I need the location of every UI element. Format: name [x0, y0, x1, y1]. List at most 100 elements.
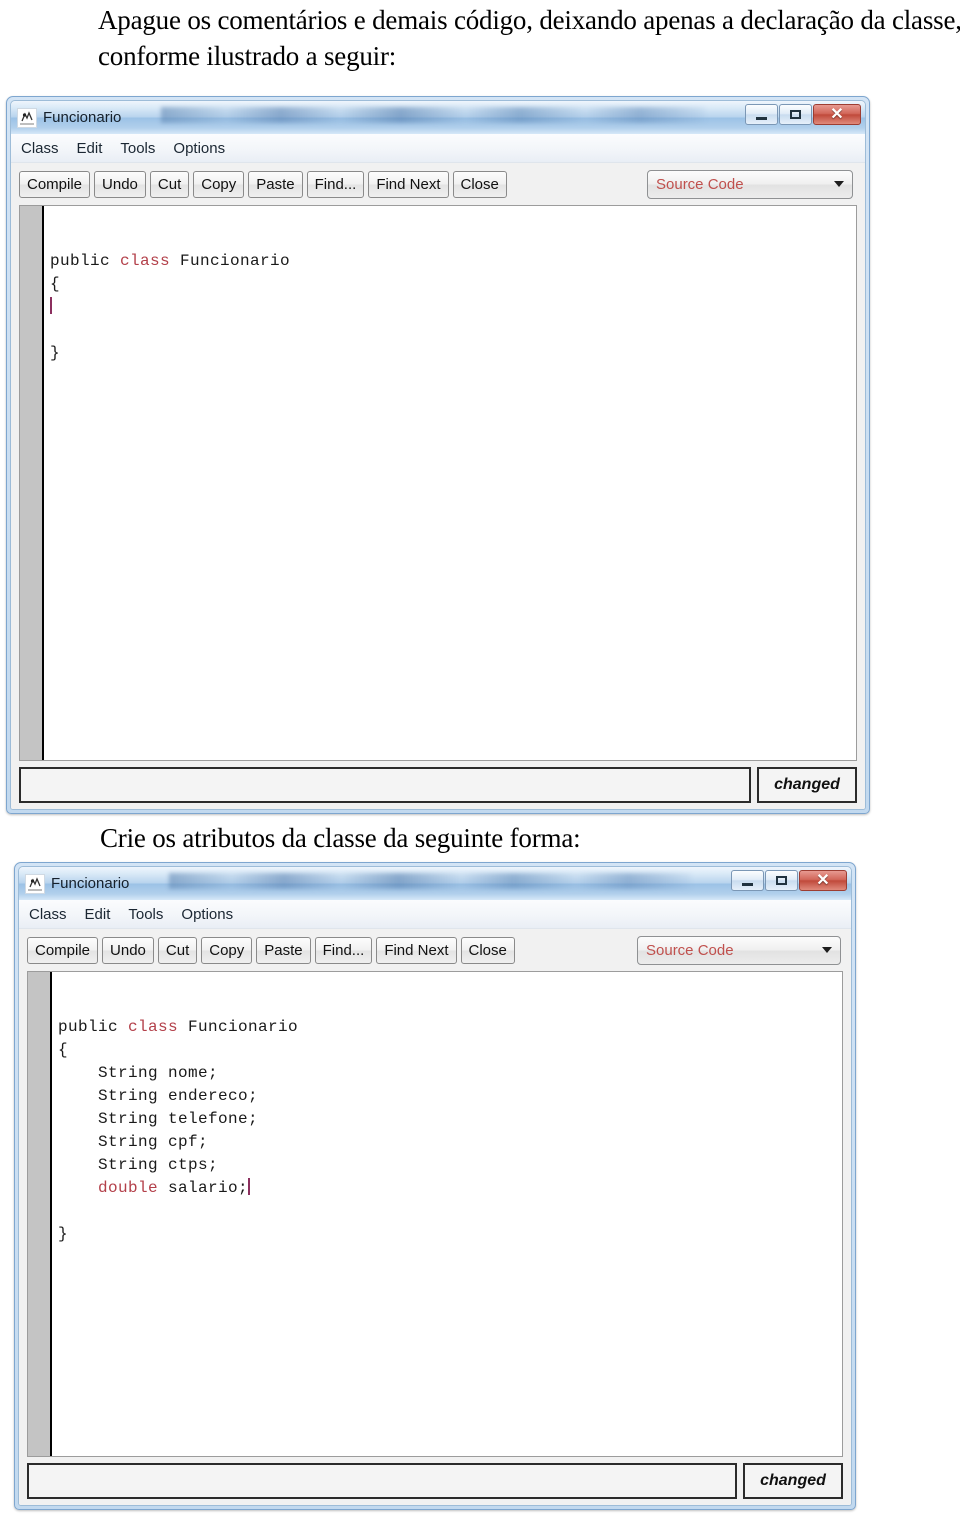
minimize-icon: [756, 116, 767, 120]
menubar: Class Edit Tools Options: [19, 900, 851, 929]
code-line: }: [52, 1223, 842, 1246]
changed-label: changed: [760, 1472, 826, 1489]
code-text: }: [58, 1225, 69, 1243]
close-button[interactable]: ✕: [799, 870, 847, 891]
close-button[interactable]: ✕: [813, 104, 861, 125]
maximize-icon: [776, 876, 787, 885]
code-text: {: [58, 1041, 69, 1059]
find-next-button[interactable]: Find Next: [376, 936, 457, 964]
menu-item-class[interactable]: Class: [27, 905, 69, 924]
chevron-down-icon: [822, 947, 832, 953]
code-text: Funcionario: [188, 1018, 299, 1036]
copy-button[interactable]: Copy: [193, 170, 245, 198]
middle-instruction-text: Crie os atributos da classe da seguinte …: [100, 823, 581, 853]
source-code-text[interactable]: public class Funcionario { String nome; S…: [52, 972, 842, 1456]
status-message-field: [27, 1463, 737, 1499]
text-caret: [50, 297, 52, 314]
cut-button[interactable]: Cut: [149, 170, 190, 198]
code-text: Funcionario: [180, 252, 291, 270]
code-keyword: class: [120, 252, 181, 270]
code-line: String endereco;: [52, 1085, 842, 1108]
code-line: String telefone;: [52, 1108, 842, 1131]
code-text: public: [50, 252, 121, 270]
view-selector[interactable]: Source Code: [647, 169, 853, 199]
maximize-icon: [790, 110, 801, 119]
compile-button[interactable]: Compile: [19, 170, 91, 198]
minimize-button[interactable]: [745, 104, 778, 125]
close-editor-button[interactable]: Close: [460, 936, 515, 964]
window-title: Funcionario: [51, 875, 130, 892]
find-next-button[interactable]: Find Next: [368, 170, 449, 198]
intro-instruction-text: Apague os comentários e demais código, d…: [98, 5, 960, 71]
titlebar: Funcionario ✕: [11, 101, 865, 134]
code-text: }: [50, 344, 61, 362]
statusbar: changed: [11, 761, 865, 809]
code-line: public class Funcionario: [52, 1016, 842, 1039]
titlebar-blurred-background: [169, 873, 691, 889]
window-title: Funcionario: [43, 109, 122, 126]
code-text: String nome;: [58, 1064, 219, 1082]
titlebar-blurred-background: [161, 107, 705, 123]
view-selector-value: Source Code: [656, 175, 744, 193]
maximize-button[interactable]: [765, 870, 798, 891]
code-text: String endereco;: [58, 1087, 259, 1105]
changed-label: changed: [774, 776, 840, 793]
code-line: }: [44, 342, 856, 365]
copy-button[interactable]: Copy: [201, 936, 253, 964]
code-line: String ctps;: [52, 1154, 842, 1177]
chevron-down-icon: [834, 181, 844, 187]
code-text: String cpf;: [58, 1133, 209, 1151]
editor-gutter: [20, 206, 44, 760]
code-text: public: [58, 1018, 129, 1036]
titlebar: Funcionario ✕: [19, 867, 851, 900]
code-line: String nome;: [52, 1062, 842, 1085]
close-icon: ✕: [830, 105, 844, 123]
menu-item-tools[interactable]: Tools: [126, 905, 165, 924]
menu-item-class[interactable]: Class: [19, 139, 61, 158]
view-selector[interactable]: Source Code: [637, 935, 841, 965]
undo-button[interactable]: Undo: [94, 170, 146, 198]
menu-item-tools[interactable]: Tools: [118, 139, 157, 158]
toolbar: Compile Undo Cut Copy Paste Find... Find…: [19, 929, 851, 971]
paste-button[interactable]: Paste: [248, 170, 303, 198]
bluej-class-icon: [17, 107, 37, 128]
menu-item-options[interactable]: Options: [179, 905, 235, 924]
code-line: public class Funcionario: [44, 250, 856, 273]
maximize-button[interactable]: [779, 104, 812, 125]
window-frame-inner: Funcionario ✕ Class Edit Tools Options C…: [10, 100, 866, 810]
editor-area[interactable]: public class Funcionario { String nome; S…: [27, 971, 843, 1457]
code-text: String telefone;: [58, 1110, 259, 1128]
window-controls: ✕: [730, 870, 847, 891]
find-button[interactable]: Find...: [314, 936, 373, 964]
close-editor-button[interactable]: Close: [452, 170, 507, 198]
code-text: salario;: [158, 1179, 249, 1197]
menu-item-edit[interactable]: Edit: [83, 905, 113, 924]
editor-window-two: Funcionario ✕ Class Edit Tools Options C…: [14, 862, 856, 1510]
editor-area[interactable]: public class Funcionario { }: [19, 205, 857, 761]
source-code-text[interactable]: public class Funcionario { }: [44, 206, 856, 760]
editor-gutter: [28, 972, 52, 1456]
menu-item-edit[interactable]: Edit: [75, 139, 105, 158]
changed-status-badge: changed: [743, 1463, 843, 1499]
view-selector-value: Source Code: [646, 941, 734, 959]
code-line: double salario;: [52, 1177, 842, 1200]
find-button[interactable]: Find...: [306, 170, 365, 198]
bluej-class-icon: [25, 873, 45, 894]
cut-button[interactable]: Cut: [157, 936, 198, 964]
paste-button[interactable]: Paste: [256, 936, 311, 964]
code-line: {: [52, 1039, 842, 1062]
undo-button[interactable]: Undo: [102, 936, 154, 964]
compile-button[interactable]: Compile: [27, 936, 99, 964]
minimize-button[interactable]: [731, 870, 764, 891]
menu-item-options[interactable]: Options: [171, 139, 227, 158]
changed-status-badge: changed: [757, 767, 857, 803]
minimize-icon: [742, 882, 753, 886]
code-keyword: double: [98, 1179, 159, 1197]
window-frame-inner: Funcionario ✕ Class Edit Tools Options C…: [18, 866, 852, 1506]
menubar: Class Edit Tools Options: [11, 134, 865, 163]
code-line: {: [44, 273, 856, 296]
editor-window-one: Funcionario ✕ Class Edit Tools Options C…: [6, 96, 870, 814]
